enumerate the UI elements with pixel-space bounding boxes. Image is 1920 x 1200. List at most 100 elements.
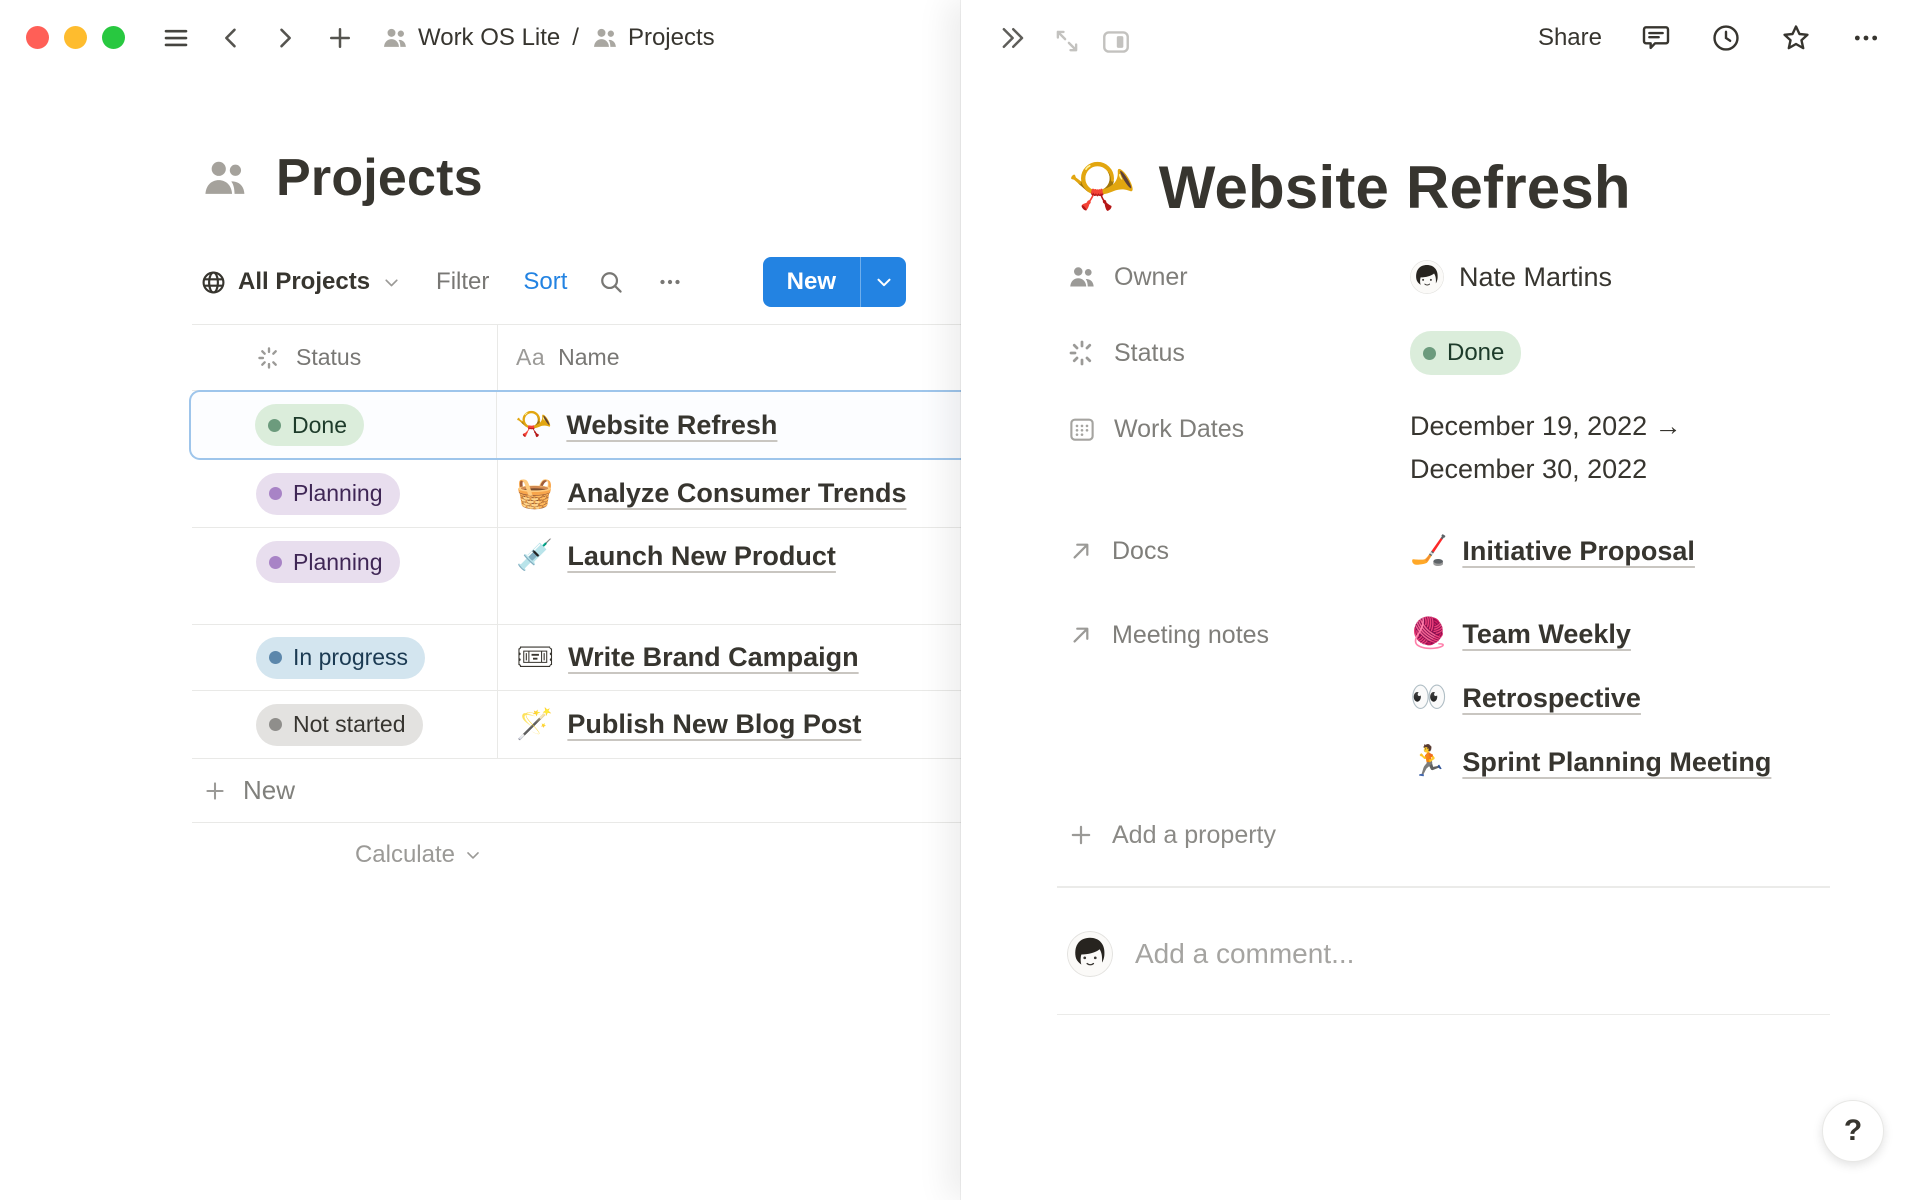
- page-link[interactable]: Sprint Planning Meeting: [1462, 747, 1771, 778]
- status-label-text: Status: [1114, 339, 1185, 368]
- new-row-button[interactable]: New: [192, 759, 961, 823]
- column-header-name[interactable]: Aa Name: [497, 325, 961, 390]
- add-property-button[interactable]: Add a property: [1067, 811, 1830, 859]
- view-selector[interactable]: All Projects: [200, 268, 402, 296]
- sort-button[interactable]: Sort: [523, 268, 567, 296]
- page-link[interactable]: Initiative Proposal: [1462, 536, 1695, 567]
- chevron-down-icon: [463, 845, 483, 865]
- status-cell[interactable]: Done: [191, 392, 496, 458]
- comment-input[interactable]: Add a comment...: [1067, 928, 1830, 980]
- table-row[interactable]: Planning 🧺 Analyze Consumer Trends: [192, 460, 961, 528]
- page-link[interactable]: Publish New Blog Post: [567, 709, 861, 740]
- share-button[interactable]: Share: [1538, 24, 1602, 52]
- status-badge[interactable]: Planning: [256, 541, 400, 583]
- back-icon[interactable]: [217, 24, 245, 52]
- status-cell[interactable]: Not started: [192, 691, 497, 758]
- name-cell[interactable]: 🧺 Analyze Consumer Trends: [497, 460, 961, 527]
- page-header: Projects: [200, 148, 483, 208]
- filter-button[interactable]: Filter: [436, 268, 489, 296]
- help-button-label: ?: [1844, 1114, 1862, 1148]
- name-cell[interactable]: 💉 Launch New Product: [497, 528, 961, 624]
- breadcrumb-page[interactable]: Projects: [591, 24, 715, 52]
- status-cell[interactable]: Planning: [192, 460, 497, 527]
- status-value[interactable]: Done: [1410, 329, 1521, 377]
- globe-icon: [200, 269, 227, 296]
- close-window-button[interactable]: [26, 26, 49, 49]
- text-property-icon: Aa: [516, 344, 545, 371]
- status-badge[interactable]: Not started: [256, 704, 423, 746]
- work-dates-property-label[interactable]: Work Dates: [1067, 405, 1410, 453]
- status-badge-label: Done: [1447, 339, 1504, 367]
- side-peek-mode-icon[interactable]: [1100, 26, 1123, 49]
- page-link[interactable]: Retrospective: [1462, 683, 1641, 714]
- page-emoji: 🎟: [516, 643, 554, 673]
- comments-icon[interactable]: [1640, 22, 1672, 54]
- docs-value: 🏒 Initiative Proposal: [1410, 527, 1695, 575]
- more-options-icon[interactable]: [1850, 22, 1882, 54]
- relation-link[interactable]: 👀 Retrospective: [1410, 675, 1771, 721]
- new-button-dropdown[interactable]: [860, 257, 906, 307]
- property-row-meeting-notes: Meeting notes 🧶 Team Weekly 👀 Retrospect…: [1067, 611, 1830, 785]
- arrow-up-right-icon: [1067, 621, 1095, 649]
- property-row-owner: Owner Nate Martins: [1067, 253, 1830, 301]
- people-icon: [200, 153, 250, 203]
- work-dates-value[interactable]: December 19, 2022 → December 30, 2022: [1410, 405, 1682, 491]
- status-badge[interactable]: In progress: [256, 637, 425, 679]
- new-button[interactable]: New: [763, 257, 860, 307]
- calculate-button[interactable]: Calculate: [192, 823, 497, 887]
- panel-page-header: 📯 Website Refresh: [1067, 147, 1830, 227]
- page-emoji: 👀: [1410, 683, 1447, 713]
- close-peek-icon[interactable]: [997, 23, 1027, 53]
- page-link[interactable]: Analyze Consumer Trends: [567, 478, 906, 509]
- page-emoji[interactable]: 📯: [1067, 159, 1137, 215]
- owner-property-label[interactable]: Owner: [1067, 253, 1410, 301]
- table-row[interactable]: Done 📯 Website Refresh: [189, 390, 961, 460]
- column-header-status[interactable]: Status: [192, 325, 497, 390]
- window-titlebar: Work OS Lite / Projects: [0, 0, 960, 75]
- new-page-icon[interactable]: [325, 23, 355, 53]
- page-link[interactable]: Launch New Product: [567, 541, 836, 572]
- new-row-label: New: [243, 775, 295, 806]
- status-badge[interactable]: Planning: [256, 473, 400, 515]
- status-badge[interactable]: Done: [1410, 331, 1521, 375]
- relation-link[interactable]: 🧶 Team Weekly: [1410, 611, 1771, 657]
- forward-icon[interactable]: [271, 24, 299, 52]
- page-link[interactable]: Website Refresh: [566, 410, 777, 441]
- status-badge-label: In progress: [293, 644, 408, 671]
- breadcrumb-workspace[interactable]: Work OS Lite: [381, 24, 560, 52]
- more-options-icon[interactable]: [655, 267, 685, 297]
- status-property-label[interactable]: Status: [1067, 329, 1410, 377]
- status-badge-label: Planning: [293, 549, 383, 576]
- zoom-window-button[interactable]: [102, 26, 125, 49]
- meeting-notes-property-label[interactable]: Meeting notes: [1067, 611, 1410, 659]
- panel-toolbar: Share: [961, 0, 1920, 75]
- page-link[interactable]: Team Weekly: [1462, 619, 1631, 650]
- relation-link[interactable]: 🏒 Initiative Proposal: [1410, 528, 1695, 574]
- status-property-icon: [256, 345, 282, 371]
- table-row[interactable]: Not started 🪄 Publish New Blog Post: [192, 691, 961, 759]
- owner-name: Nate Martins: [1459, 262, 1612, 293]
- status-dot: [269, 718, 282, 731]
- page-emoji: 🪄: [516, 710, 553, 740]
- page-link[interactable]: Write Brand Campaign: [568, 642, 859, 673]
- sidebar-menu-icon[interactable]: [161, 23, 191, 53]
- updates-history-icon[interactable]: [1710, 22, 1742, 54]
- status-cell[interactable]: Planning: [192, 528, 497, 624]
- help-button[interactable]: ?: [1822, 1100, 1884, 1162]
- status-cell[interactable]: In progress: [192, 625, 497, 690]
- table-row[interactable]: Planning 💉 Launch New Product: [192, 528, 961, 625]
- table-row[interactable]: In progress 🎟 Write Brand Campaign: [192, 625, 961, 691]
- breadcrumb-page-label: Projects: [628, 24, 715, 52]
- expand-page-icon[interactable]: [1052, 26, 1075, 49]
- owner-value[interactable]: Nate Martins: [1410, 253, 1612, 301]
- minimize-window-button[interactable]: [64, 26, 87, 49]
- search-icon[interactable]: [597, 268, 625, 296]
- status-badge-label: Done: [292, 412, 347, 439]
- status-badge[interactable]: Done: [255, 404, 364, 446]
- name-cell[interactable]: 📯 Website Refresh: [496, 392, 961, 458]
- docs-property-label[interactable]: Docs: [1067, 527, 1410, 575]
- name-cell[interactable]: 🎟 Write Brand Campaign: [497, 625, 961, 690]
- relation-link[interactable]: 🏃 Sprint Planning Meeting: [1410, 739, 1771, 785]
- favorite-star-icon[interactable]: [1780, 22, 1812, 54]
- name-cell[interactable]: 🪄 Publish New Blog Post: [497, 691, 961, 758]
